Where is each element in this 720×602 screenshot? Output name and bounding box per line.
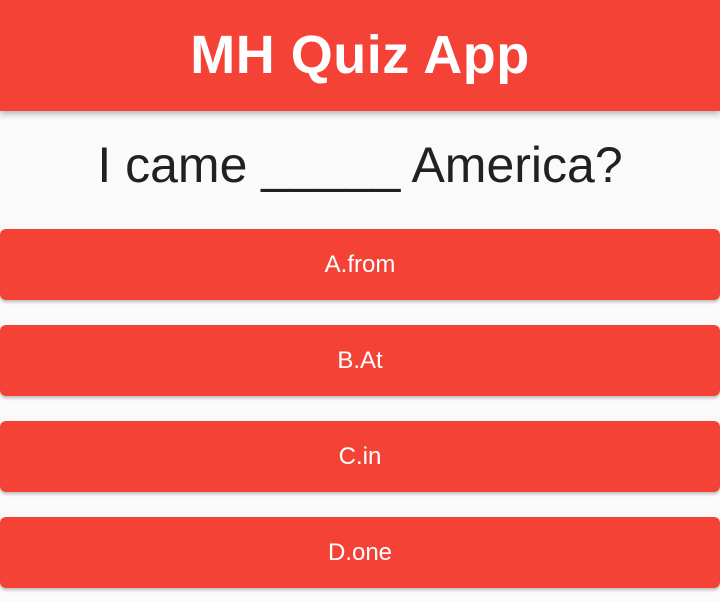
answer-label-b: B.At: [337, 346, 383, 374]
answer-button-b[interactable]: B.At: [0, 325, 720, 396]
question-text: I came _____ America?: [97, 137, 623, 193]
answer-label-c: C.in: [338, 442, 382, 470]
answer-button-d[interactable]: D.one: [0, 517, 720, 588]
answer-label-a: A.from: [324, 250, 396, 278]
app-title: MH Quiz App: [190, 24, 530, 85]
answer-button-a[interactable]: A.from: [0, 229, 720, 300]
answer-button-c[interactable]: C.in: [0, 421, 720, 492]
app-bar: MH Quiz App: [0, 0, 720, 111]
answer-label-d: D.one: [327, 538, 393, 566]
